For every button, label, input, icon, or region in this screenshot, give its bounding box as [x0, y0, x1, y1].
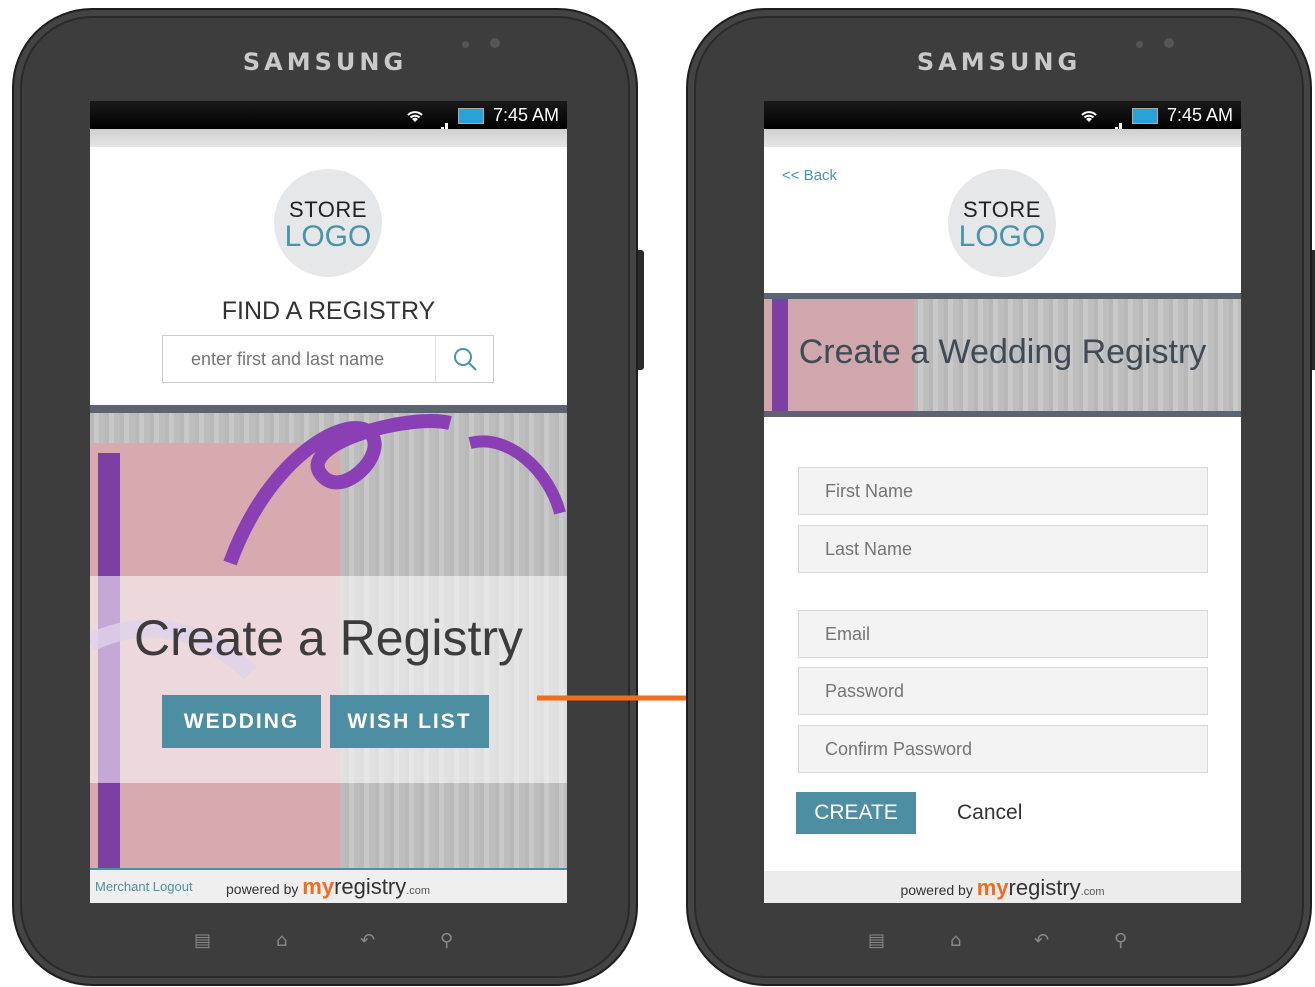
footer: powered by myregistry.com — [764, 871, 1241, 903]
home-key-icon[interactable]: ⌂ — [276, 930, 287, 951]
powered-by-text: powered by — [900, 882, 973, 898]
brand-my: my — [302, 874, 335, 899]
password-field[interactable] — [798, 667, 1208, 715]
brand-my: my — [976, 875, 1009, 900]
sensor-dot — [462, 41, 469, 48]
menu-key-icon[interactable]: ▤ — [194, 930, 211, 951]
hardware-keys: ▤ ⌂ ↶ ⚲ — [14, 930, 636, 960]
battery-icon — [457, 108, 484, 125]
store-logo: STORE LOGO — [274, 169, 382, 277]
camera-dot — [490, 38, 500, 48]
cancel-link[interactable]: Cancel — [957, 801, 1022, 825]
footer: Merchant Logout powered by myregistry.co… — [90, 870, 567, 903]
confirm-password-field[interactable] — [798, 725, 1208, 773]
wedding-button[interactable]: WEDDING — [162, 695, 321, 748]
status-time: 7:45 AM — [1166, 105, 1233, 125]
device-brand: SAMSUNG — [242, 48, 408, 76]
search-key-icon[interactable]: ⚲ — [1114, 930, 1127, 951]
store-logo: STORE LOGO — [948, 169, 1056, 277]
powered-by: powered by myregistry.com — [226, 870, 430, 903]
powered-by: powered by myregistry.com — [764, 871, 1241, 903]
create-registry-title: Create a Registry — [133, 610, 524, 666]
registry-search — [162, 335, 494, 383]
store-logo-line2: LOGO — [958, 220, 1046, 253]
create-wedding-registry-title: Create a Wedding Registry — [798, 333, 1207, 371]
search-input[interactable] — [163, 336, 435, 382]
top-strip — [90, 129, 567, 147]
hero-divider — [90, 405, 567, 413]
brand-registry: registry — [334, 874, 407, 899]
top-strip — [764, 129, 1241, 147]
first-name-field[interactable] — [798, 467, 1208, 515]
search-icon — [454, 348, 477, 371]
tablet-right: SAMSUNG 7:45 AM << Back STORE LOGO Creat… — [686, 8, 1315, 986]
wifi-icon — [407, 111, 423, 123]
screen-create-registry: 7:45 AM << Back STORE LOGO Create a Wedd… — [764, 101, 1241, 903]
sensor-dot — [1136, 41, 1143, 48]
wish-list-button[interactable]: WISH LIST — [330, 695, 489, 748]
battery-icon — [1131, 108, 1158, 125]
brand-com: .com — [406, 885, 431, 897]
store-logo-line2: LOGO — [284, 220, 372, 253]
search-key-icon[interactable]: ⚲ — [440, 930, 453, 951]
signal-icon — [1106, 109, 1123, 138]
menu-key-icon[interactable]: ▤ — [868, 930, 885, 951]
create-button[interactable]: CREATE — [796, 792, 916, 834]
last-name-field[interactable] — [798, 525, 1208, 573]
wifi-icon — [1081, 111, 1097, 123]
status-bar: 7:45 AM — [764, 101, 1241, 138]
camera-dot — [1164, 38, 1174, 48]
brand-com: .com — [1080, 886, 1105, 898]
status-time: 7:45 AM — [492, 105, 559, 125]
search-button[interactable] — [435, 336, 493, 382]
banner: Create a Wedding Registry — [764, 299, 1241, 411]
home-key-icon[interactable]: ⌂ — [950, 930, 961, 951]
tablet-left: SAMSUNG 7:45 AM STORE LOGO FIND A REGIST… — [12, 8, 644, 986]
powered-by-text: powered by — [226, 881, 299, 897]
hardware-keys: ▤ ⌂ ↶ ⚲ — [688, 930, 1310, 960]
device-brand: SAMSUNG — [916, 48, 1082, 76]
brand-registry: registry — [1008, 875, 1081, 900]
screen-find-registry: 7:45 AM STORE LOGO FIND A REGISTRY Creat… — [90, 101, 567, 903]
side-button — [638, 250, 644, 370]
find-registry-title: FIND A REGISTRY — [221, 297, 436, 325]
hero-section: Create a Registry WEDDING WISH LIST — [90, 413, 567, 868]
back-link[interactable]: << Back — [782, 167, 837, 184]
email-field[interactable] — [798, 610, 1208, 658]
hero-overlay-band — [90, 576, 567, 783]
banner-divider — [764, 411, 1241, 417]
status-bar: 7:45 AM — [90, 101, 567, 138]
back-key-icon[interactable]: ↶ — [1034, 930, 1049, 951]
merchant-logout-link[interactable]: Merchant Logout — [95, 870, 193, 903]
signal-icon — [432, 109, 449, 138]
back-key-icon[interactable]: ↶ — [360, 930, 375, 951]
